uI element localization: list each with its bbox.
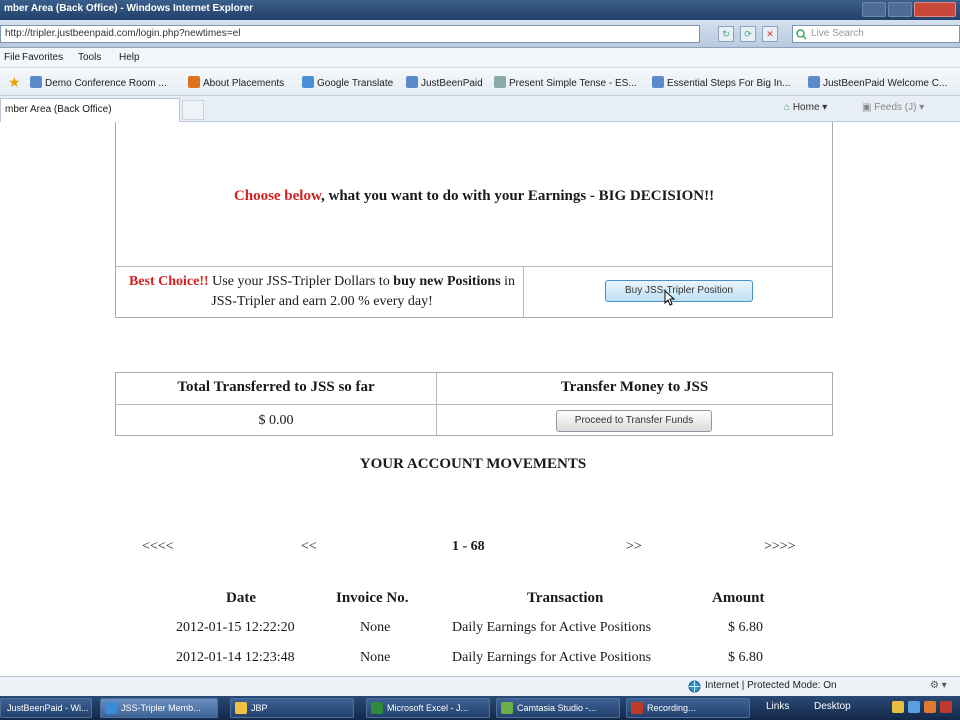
best-choice-text: Best Choice!! Use your JSS-Tripler Dolla…	[128, 274, 516, 309]
taskbar-item-active[interactable]: JSS-Tripler Memb...	[100, 698, 218, 718]
folder-icon	[235, 702, 247, 714]
row-invoice: None	[360, 650, 391, 665]
taskbar-item[interactable]: Recording...	[626, 698, 750, 718]
window-title-bar: mber Area (Back Office) - Windows Intern…	[0, 0, 960, 20]
favorite-item[interactable]: JustBeenPaid	[406, 76, 483, 89]
divider	[116, 266, 832, 267]
decision-headline: Choose below, what you want to do with y…	[233, 188, 715, 204]
zoom-control[interactable]: ⚙ ▾	[930, 680, 947, 691]
tray-icon[interactable]	[940, 701, 952, 713]
row-date: 2012-01-14 12:23:48	[176, 650, 295, 665]
window-title: mber Area (Back Office) - Windows Intern…	[4, 3, 254, 14]
translate-icon	[302, 76, 314, 88]
menu-file[interactable]: File	[4, 52, 20, 63]
new-tab-button[interactable]	[182, 100, 204, 120]
column-date: Date	[226, 590, 256, 606]
favorite-item[interactable]: About Placements	[188, 76, 284, 89]
status-bar: Internet | Protected Mode: On ⚙ ▾	[0, 676, 960, 696]
page-icon	[652, 76, 664, 88]
divider	[116, 404, 832, 405]
column-transaction: Transaction	[527, 590, 604, 606]
total-transferred-header: Total Transferred to JSS so far	[177, 379, 375, 395]
security-zone: Internet | Protected Mode: On	[705, 680, 837, 691]
refresh-icon[interactable]: ↻	[718, 26, 734, 42]
favorite-item[interactable]: Present Simple Tense - ES...	[494, 76, 637, 89]
column-invoice: Invoice No.	[336, 590, 409, 606]
pager-range: 1 - 68	[452, 539, 485, 554]
pager-prev[interactable]: <<	[301, 539, 317, 555]
page-icon	[494, 76, 506, 88]
divider	[523, 267, 524, 317]
stop-icon[interactable]: ✕	[762, 26, 778, 42]
tray-icon[interactable]	[892, 701, 904, 713]
pager-last[interactable]: >>>>	[764, 539, 796, 555]
desktop-toolbar[interactable]: Desktop	[814, 701, 851, 712]
close-window-button[interactable]	[914, 2, 956, 17]
taskbar-item[interactable]: Microsoft Excel - J...	[366, 698, 490, 718]
url-field[interactable]: http://tripler.justbeenpaid.com/login.ph…	[0, 25, 700, 43]
row-amount: $ 6.80	[728, 620, 763, 635]
tray-icon[interactable]	[908, 701, 920, 713]
go-icon[interactable]: ⟳	[740, 26, 756, 42]
decision-box: Choose below, what you want to do with y…	[115, 122, 833, 318]
minimize-button[interactable]	[862, 2, 886, 17]
favorite-item[interactable]: JustBeenPaid Welcome C...	[808, 76, 947, 89]
favorite-item[interactable]: Demo Conference Room ...	[30, 76, 167, 89]
row-transaction: Daily Earnings for Active Positions	[452, 620, 652, 635]
favorite-item[interactable]: Google Translate	[302, 76, 393, 89]
total-transferred-value: $ 0.00	[258, 413, 294, 428]
home-button[interactable]: ⌂ Home ▾	[784, 102, 827, 113]
taskbar: JustBeenPaid - Wi... JSS-Tripler Memb...…	[0, 696, 960, 720]
favorite-item[interactable]: Essential Steps For Big In...	[652, 76, 790, 89]
row-transaction: Daily Earnings for Active Positions	[452, 650, 652, 665]
page-icon	[30, 76, 42, 88]
proceed-transfer-button[interactable]: Proceed to Transfer Funds	[556, 410, 712, 432]
pager-first[interactable]: <<<<	[142, 539, 174, 555]
page-icon	[188, 76, 200, 88]
movements-title: YOUR ACCOUNT MOVEMENTS	[359, 456, 587, 472]
globe-icon	[688, 680, 701, 693]
camtasia-icon	[501, 702, 513, 714]
feeds-button[interactable]: ▣ Feeds (J) ▾	[862, 102, 924, 113]
links-toolbar[interactable]: Links	[766, 701, 789, 712]
row-date: 2012-01-15 12:22:20	[176, 620, 295, 635]
maximize-button[interactable]	[888, 2, 912, 17]
address-bar: http://tripler.justbeenpaid.com/login.ph…	[0, 20, 960, 48]
taskbar-item[interactable]: Camtasia Studio -...	[496, 698, 620, 718]
tab-label: mber Area (Back Office)	[5, 104, 112, 115]
search-icon	[796, 29, 807, 40]
excel-icon	[371, 702, 383, 714]
taskbar-item[interactable]: JBP	[230, 698, 354, 718]
transfer-money-header: Transfer Money to JSS	[560, 379, 709, 395]
buy-position-button[interactable]: Buy JSS-Tripler Position	[605, 280, 753, 302]
search-placeholder: Live Search	[811, 28, 864, 39]
feed-icon: ▣	[862, 102, 872, 113]
tray-icon[interactable]	[924, 701, 936, 713]
url-text: http://tripler.justbeenpaid.com/login.ph…	[5, 28, 241, 39]
pager-next[interactable]: >>	[626, 539, 642, 555]
home-icon: ⌂	[784, 102, 791, 113]
menu-bar: File Favorites Tools Help	[0, 48, 960, 68]
row-invoice: None	[360, 620, 391, 635]
page-icon	[808, 76, 820, 88]
favorites-bar: ★ Demo Conference Room ... About Placeme…	[0, 68, 960, 96]
menu-favorites[interactable]: Favorites	[22, 52, 63, 63]
taskbar-item[interactable]: JustBeenPaid - Wi...	[0, 698, 92, 718]
mouse-cursor-icon	[664, 290, 675, 306]
search-input[interactable]: Live Search	[792, 25, 960, 43]
recording-icon	[631, 702, 643, 714]
row-amount: $ 6.80	[728, 650, 763, 665]
tab-row: mber Area (Back Office) ⌂ Home ▾ ▣ Feeds…	[0, 96, 960, 122]
favorites-star-icon[interactable]: ★	[8, 74, 21, 91]
ie-icon	[105, 702, 117, 714]
menu-help[interactable]: Help	[119, 52, 140, 63]
page-icon	[406, 76, 418, 88]
column-amount: Amount	[712, 590, 765, 606]
tab-member-area[interactable]: mber Area (Back Office)	[0, 98, 180, 122]
menu-tools[interactable]: Tools	[78, 52, 101, 63]
transfer-table: Total Transferred to JSS so far Transfer…	[115, 372, 833, 436]
